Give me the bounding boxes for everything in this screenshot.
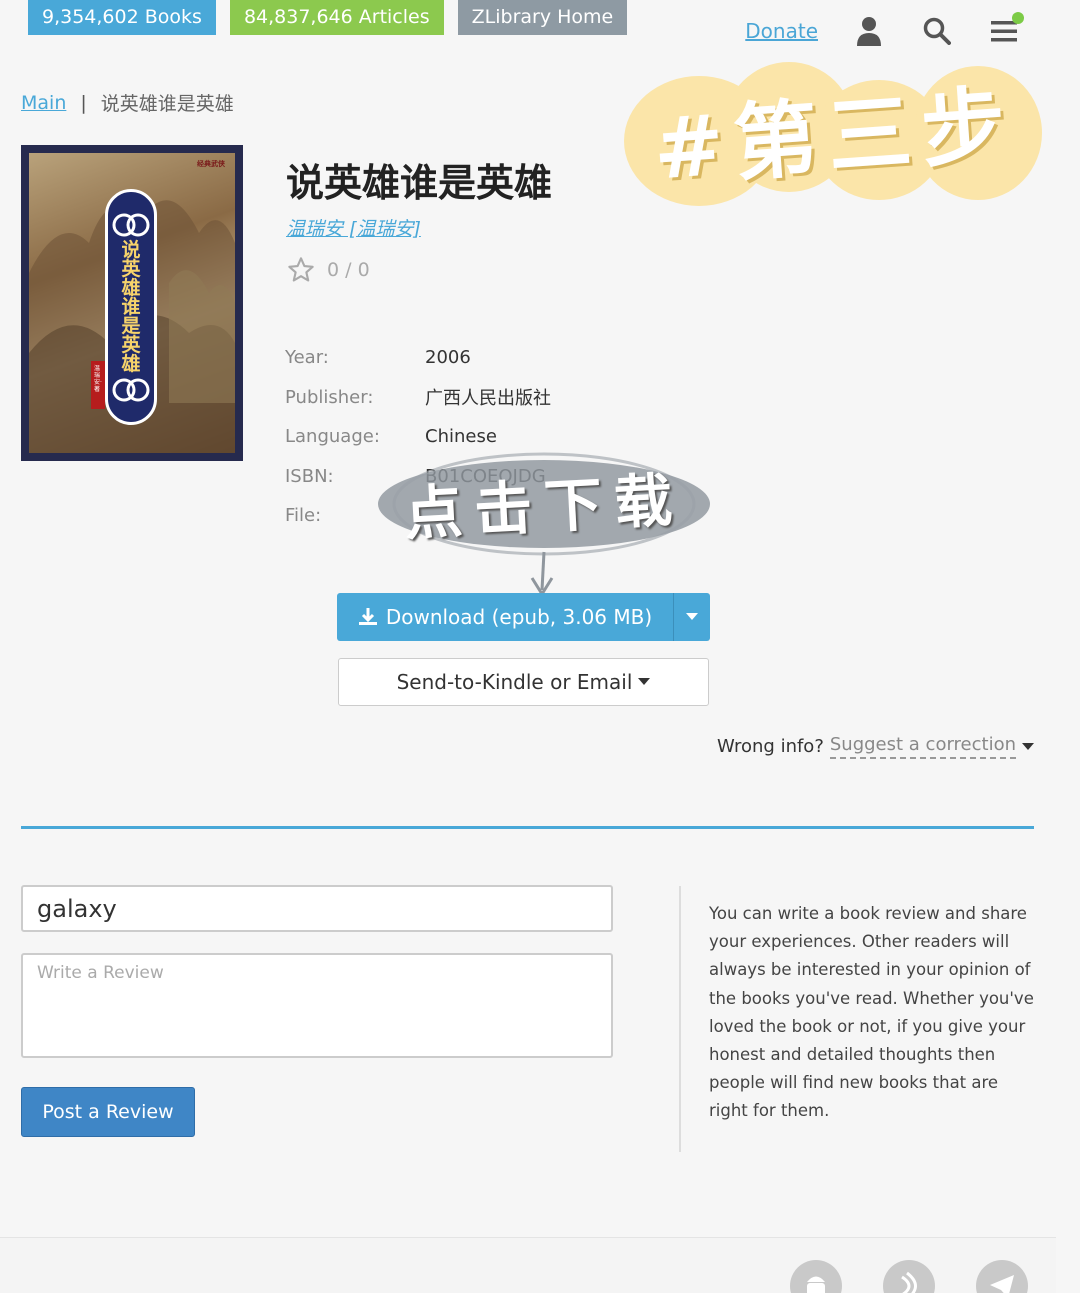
send-to-kindle-button[interactable]: Send-to-Kindle or Email bbox=[338, 658, 709, 706]
send-to-kindle-label: Send-to-Kindle or Email bbox=[396, 670, 633, 694]
annotation-text: 点击下载 bbox=[402, 465, 686, 549]
suggest-correction-link[interactable]: Suggest a correction bbox=[829, 734, 1016, 759]
breadcrumb-current: 说英雄谁是英雄 bbox=[100, 93, 234, 115]
books-count-tab[interactable]: 9,354,602 Books bbox=[28, 0, 216, 35]
cover-title-band: 说英雄谁是英雄 bbox=[105, 189, 157, 425]
breadcrumb-separator: | bbox=[80, 91, 87, 114]
cover-top-label: 经典武侠 bbox=[197, 160, 225, 168]
detail-value: 广西人民出版社 bbox=[425, 388, 551, 410]
review-column-divider bbox=[679, 886, 681, 1152]
android-icon[interactable] bbox=[790, 1260, 842, 1293]
book-cover[interactable]: 经典武侠 说英雄谁是英雄 温瑞安·著 bbox=[21, 145, 243, 461]
search-icon[interactable] bbox=[920, 14, 954, 48]
cover-author-seal: 温瑞安·著 bbox=[91, 361, 105, 409]
download-label: Download (epub, 3.06 MB) bbox=[385, 605, 653, 629]
audio-icon[interactable] bbox=[883, 1260, 935, 1293]
donate-link[interactable]: Donate bbox=[745, 19, 818, 43]
cover-artwork: 经典武侠 说英雄谁是英雄 温瑞安·著 bbox=[29, 153, 235, 453]
zlibrary-home-tab[interactable]: ZLibrary Home bbox=[457, 0, 628, 35]
step-three-stamp: #第三步 bbox=[624, 62, 1044, 207]
correction-row: Wrong info? Suggest a correction bbox=[717, 734, 1034, 759]
book-author-link[interactable]: 温瑞安 [温瑞安] bbox=[286, 214, 421, 241]
top-nav: Donate bbox=[745, 12, 1024, 48]
book-rating: 0 / 0 bbox=[287, 256, 370, 284]
telegram-icon[interactable] bbox=[976, 1260, 1028, 1293]
detail-label: Publisher: bbox=[285, 386, 374, 408]
cover-side-label: 温瑞安·著 bbox=[94, 365, 102, 393]
user-icon[interactable] bbox=[852, 14, 886, 48]
footer bbox=[0, 1237, 1056, 1293]
detail-label: Language: bbox=[285, 426, 380, 448]
top-tabs: 9,354,602 Books 84,837,646 Articles ZLib… bbox=[28, 0, 628, 35]
cloud-ornament-icon bbox=[112, 378, 150, 401]
post-review-button[interactable]: Post a Review bbox=[21, 1087, 195, 1137]
click-download-annotation: 点击下载 bbox=[376, 452, 712, 597]
breadcrumb-main-link[interactable]: Main bbox=[21, 92, 66, 114]
book-title: 说英雄谁是英雄 bbox=[286, 161, 553, 205]
review-info-text: You can write a book review and share yo… bbox=[709, 904, 1034, 1121]
section-divider bbox=[21, 826, 1034, 829]
download-options-toggle[interactable] bbox=[674, 593, 710, 641]
detail-value: 2006 bbox=[425, 347, 471, 369]
download-icon bbox=[358, 608, 377, 625]
breadcrumb: Main | 说英雄谁是英雄 bbox=[21, 89, 234, 116]
chevron-down-icon bbox=[638, 678, 651, 685]
notification-dot bbox=[1012, 12, 1024, 24]
detail-row-language: Language: Chinese bbox=[285, 417, 551, 457]
download-button[interactable]: Download (epub, 3.06 MB) bbox=[337, 593, 674, 641]
review-textarea[interactable] bbox=[21, 953, 613, 1058]
download-button-group: Download (epub, 3.06 MB) bbox=[337, 593, 710, 641]
cloud-ornament-icon bbox=[112, 213, 150, 236]
detail-label: Year: bbox=[285, 347, 329, 369]
detail-row-year: Year: 2006 bbox=[285, 338, 551, 378]
reviewer-name-input[interactable] bbox=[21, 885, 613, 932]
wrong-info-text: Wrong info? bbox=[717, 736, 824, 757]
chevron-down-icon[interactable] bbox=[1022, 742, 1034, 751]
rating-value: 0 / 0 bbox=[327, 259, 370, 281]
cover-title-text: 说英雄谁是英雄 bbox=[121, 238, 141, 375]
menu-icon[interactable] bbox=[988, 12, 1024, 48]
star-icon[interactable] bbox=[287, 256, 315, 284]
articles-count-tab[interactable]: 84,837,646 Articles bbox=[229, 0, 444, 35]
detail-row-publisher: Publisher: 广西人民出版社 bbox=[285, 378, 551, 418]
detail-value: Chinese bbox=[425, 426, 497, 448]
chevron-down-icon bbox=[686, 613, 698, 620]
